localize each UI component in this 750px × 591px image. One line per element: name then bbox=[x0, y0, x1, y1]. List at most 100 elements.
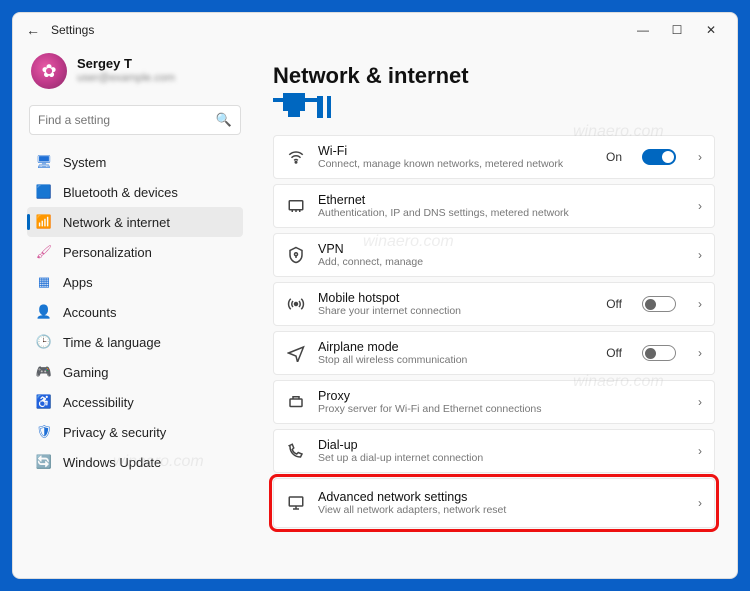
sidebar-item-network[interactable]: 📶 Network & internet bbox=[27, 207, 243, 237]
row-dialup[interactable]: Dial-up Set up a dial-up internet connec… bbox=[273, 429, 715, 473]
update-icon: 🔄 bbox=[35, 453, 53, 471]
gaming-icon: 🎮 bbox=[35, 363, 53, 381]
row-title: Airplane mode bbox=[318, 340, 594, 354]
window-controls: — ☐ ✕ bbox=[635, 23, 729, 37]
time-icon: 🕒 bbox=[35, 333, 53, 351]
row-sub: Share your internet connection bbox=[318, 305, 594, 317]
chevron-right-icon: › bbox=[698, 346, 702, 360]
hotspot-toggle[interactable] bbox=[642, 296, 676, 312]
accounts-icon: 👤 bbox=[35, 303, 53, 321]
search-box[interactable]: 🔍 bbox=[29, 105, 241, 135]
wifi-state: On bbox=[606, 150, 622, 164]
row-advanced-network[interactable]: Advanced network settings View all netwo… bbox=[273, 478, 715, 528]
row-title: Dial-up bbox=[318, 438, 676, 452]
search-input[interactable] bbox=[38, 113, 216, 127]
maximize-button[interactable]: ☐ bbox=[669, 23, 685, 37]
privacy-icon: 🛡 bbox=[35, 423, 53, 441]
profile-name: Sergey T bbox=[77, 57, 175, 72]
sidebar-item-label: Accounts bbox=[63, 305, 116, 320]
row-text: Wi-Fi Connect, manage known networks, me… bbox=[318, 144, 594, 170]
airplane-state: Off bbox=[606, 346, 622, 360]
sidebar-item-label: Apps bbox=[63, 275, 93, 290]
app-title: Settings bbox=[51, 23, 94, 37]
chevron-right-icon: › bbox=[698, 395, 702, 409]
profile-text: Sergey T user@example.com bbox=[77, 57, 175, 85]
sidebar-item-time[interactable]: 🕒 Time & language bbox=[27, 327, 243, 357]
avatar bbox=[31, 53, 67, 89]
row-vpn[interactable]: VPN Add, connect, manage › bbox=[273, 233, 715, 277]
settings-window: ← Settings — ☐ ✕ Sergey T user@example.c… bbox=[12, 12, 738, 579]
sidebar-item-update[interactable]: 🔄 Windows Update bbox=[27, 447, 243, 477]
vpn-icon bbox=[286, 245, 306, 265]
row-title: Advanced network settings bbox=[318, 490, 676, 504]
row-sub: Proxy server for Wi-Fi and Ethernet conn… bbox=[318, 403, 676, 415]
profile-email: user@example.com bbox=[77, 72, 175, 85]
minimize-button[interactable]: — bbox=[635, 23, 651, 37]
network-icon: 📶 bbox=[35, 213, 53, 231]
hotspot-state: Off bbox=[606, 297, 622, 311]
row-sub: Set up a dial-up internet connection bbox=[318, 452, 676, 464]
bluetooth-icon: 🟦 bbox=[35, 183, 53, 201]
close-button[interactable]: ✕ bbox=[703, 23, 719, 37]
row-text: VPN Add, connect, manage bbox=[318, 242, 676, 268]
back-button[interactable]: ← bbox=[21, 18, 45, 42]
sidebar-item-label: Gaming bbox=[63, 365, 109, 380]
proxy-icon bbox=[286, 392, 306, 412]
wifi-icon bbox=[286, 147, 306, 167]
search-icon: 🔍 bbox=[216, 112, 232, 128]
ethernet-icon bbox=[286, 196, 306, 216]
row-title: VPN bbox=[318, 242, 676, 256]
main-area: Sergey T user@example.com 🔍 🖥 System 🟦 B… bbox=[13, 47, 737, 578]
chevron-right-icon: › bbox=[698, 496, 702, 510]
row-wifi[interactable]: Wi-Fi Connect, manage known networks, me… bbox=[273, 135, 715, 179]
profile[interactable]: Sergey T user@example.com bbox=[27, 47, 243, 97]
row-sub: Add, connect, manage bbox=[318, 256, 676, 268]
sidebar-item-label: Personalization bbox=[63, 245, 152, 260]
sidebar-item-apps[interactable]: ▦ Apps bbox=[27, 267, 243, 297]
sidebar-item-label: System bbox=[63, 155, 106, 170]
chevron-right-icon: › bbox=[698, 150, 702, 164]
airplane-toggle[interactable] bbox=[642, 345, 676, 361]
chevron-right-icon: › bbox=[698, 444, 702, 458]
row-sub: Stop all wireless communication bbox=[318, 354, 594, 366]
sidebar-item-label: Windows Update bbox=[63, 455, 161, 470]
row-text: Ethernet Authentication, IP and DNS sett… bbox=[318, 193, 676, 219]
titlebar: ← Settings — ☐ ✕ bbox=[13, 13, 737, 47]
sidebar-item-personalization[interactable]: 🖌 Personalization bbox=[27, 237, 243, 267]
row-proxy[interactable]: Proxy Proxy server for Wi-Fi and Etherne… bbox=[273, 380, 715, 424]
sidebar-item-bluetooth[interactable]: 🟦 Bluetooth & devices bbox=[27, 177, 243, 207]
row-text: Airplane mode Stop all wireless communic… bbox=[318, 340, 594, 366]
sidebar-item-accounts[interactable]: 👤 Accounts bbox=[27, 297, 243, 327]
wifi-toggle[interactable] bbox=[642, 149, 676, 165]
chevron-right-icon: › bbox=[698, 297, 702, 311]
content-pane: Network & internet bbox=[253, 47, 737, 578]
row-hotspot[interactable]: Mobile hotspot Share your internet conne… bbox=[273, 282, 715, 326]
row-text: Dial-up Set up a dial-up internet connec… bbox=[318, 438, 676, 464]
settings-list: Wi-Fi Connect, manage known networks, me… bbox=[273, 135, 715, 528]
personalization-icon: 🖌 bbox=[35, 243, 53, 261]
sidebar-item-system[interactable]: 🖥 System bbox=[27, 147, 243, 177]
row-sub: Authentication, IP and DNS settings, met… bbox=[318, 207, 676, 219]
dialup-icon bbox=[286, 441, 306, 461]
row-title: Ethernet bbox=[318, 193, 676, 207]
row-sub: Connect, manage known networks, metered … bbox=[318, 158, 594, 170]
ethernet-illustration bbox=[273, 93, 715, 123]
airplane-icon bbox=[286, 343, 306, 363]
sidebar: Sergey T user@example.com 🔍 🖥 System 🟦 B… bbox=[13, 47, 253, 578]
sidebar-item-accessibility[interactable]: ♿ Accessibility bbox=[27, 387, 243, 417]
sidebar-item-gaming[interactable]: 🎮 Gaming bbox=[27, 357, 243, 387]
row-ethernet[interactable]: Ethernet Authentication, IP and DNS sett… bbox=[273, 184, 715, 228]
row-title: Mobile hotspot bbox=[318, 291, 594, 305]
sidebar-item-privacy[interactable]: 🛡 Privacy & security bbox=[27, 417, 243, 447]
chevron-right-icon: › bbox=[698, 199, 702, 213]
row-title: Proxy bbox=[318, 389, 676, 403]
advanced-network-icon bbox=[286, 493, 306, 513]
apps-icon: ▦ bbox=[35, 273, 53, 291]
sidebar-item-label: Time & language bbox=[63, 335, 161, 350]
sidebar-item-label: Network & internet bbox=[63, 215, 170, 230]
row-title: Wi-Fi bbox=[318, 144, 594, 158]
sidebar-item-label: Accessibility bbox=[63, 395, 134, 410]
chevron-right-icon: › bbox=[698, 248, 702, 262]
row-airplane[interactable]: Airplane mode Stop all wireless communic… bbox=[273, 331, 715, 375]
row-text: Mobile hotspot Share your internet conne… bbox=[318, 291, 594, 317]
